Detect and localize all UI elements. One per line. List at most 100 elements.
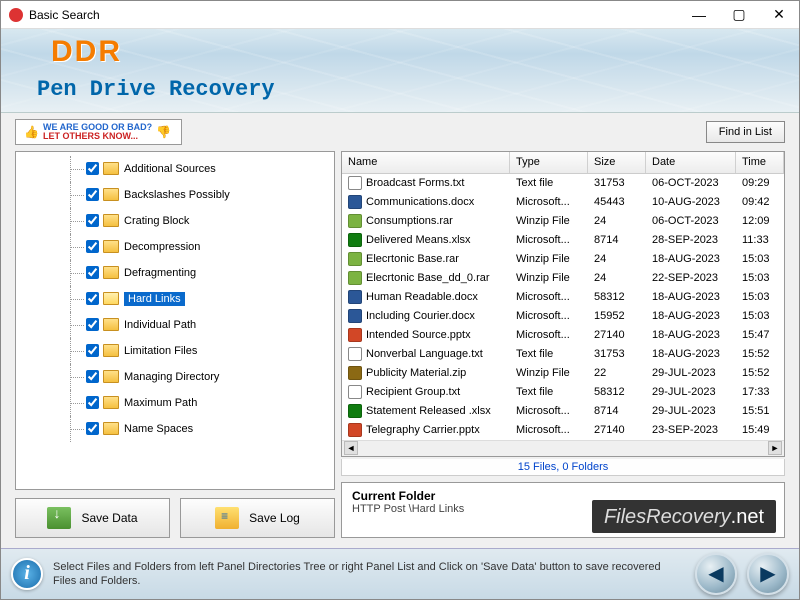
find-in-list-button[interactable]: Find in List: [706, 121, 785, 143]
file-name: Communications.docx: [366, 196, 474, 208]
tagline-box[interactable]: 👍 WE ARE GOOD OR BAD? LET OTHERS KNOW...…: [15, 119, 182, 145]
file-date: 18-AUG-2023: [646, 252, 736, 266]
tree-item[interactable]: Managing Directory: [16, 364, 334, 390]
tree-label: Decompression: [124, 241, 200, 253]
tree-checkbox[interactable]: [86, 214, 99, 227]
file-row[interactable]: Telegraphy Carrier.pptxMicrosoft...27140…: [342, 421, 784, 440]
tree-item[interactable]: Crating Block: [16, 208, 334, 234]
file-row[interactable]: Communications.docxMicrosoft...4544310-A…: [342, 193, 784, 212]
tree-checkbox[interactable]: [86, 318, 99, 331]
file-row[interactable]: Delivered Means.xlsxMicrosoft...871428-S…: [342, 231, 784, 250]
app-icon: [9, 8, 23, 22]
file-size: 24: [588, 271, 646, 285]
file-size: 15952: [588, 309, 646, 323]
tree-label: Crating Block: [124, 215, 189, 227]
file-name: Statement Released .xlsx: [366, 405, 491, 417]
col-type[interactable]: Type: [510, 152, 588, 173]
file-time: 15:03: [736, 252, 784, 266]
tree-label: Defragmenting: [124, 267, 196, 279]
minimize-button[interactable]: —: [679, 1, 719, 29]
file-icon: [348, 290, 362, 304]
list-body[interactable]: Broadcast Forms.txtText file3175306-OCT-…: [342, 174, 784, 440]
file-icon: [348, 195, 362, 209]
tree-item[interactable]: Hard Links: [16, 286, 334, 312]
tree-checkbox[interactable]: [86, 292, 99, 305]
file-icon: [348, 214, 362, 228]
info-icon: i: [11, 558, 43, 590]
folder-tree[interactable]: Additional SourcesBackslashes Possibly Cr…: [15, 151, 335, 490]
col-size[interactable]: Size: [588, 152, 646, 173]
file-icon: [348, 252, 362, 266]
tree-checkbox[interactable]: [86, 188, 99, 201]
next-button[interactable]: ▶: [747, 553, 789, 595]
col-date[interactable]: Date: [646, 152, 736, 173]
file-type: Winzip File: [510, 271, 588, 285]
file-row[interactable]: Intended Source.pptxMicrosoft...2714018-…: [342, 326, 784, 345]
tree-checkbox[interactable]: [86, 344, 99, 357]
file-type: Microsoft...: [510, 404, 588, 418]
save-log-label: Save Log: [249, 511, 300, 525]
file-name: Broadcast Forms.txt: [366, 177, 464, 189]
file-type: Winzip File: [510, 252, 588, 266]
file-time: 15:52: [736, 347, 784, 361]
col-time[interactable]: Time: [736, 152, 784, 173]
file-type: Winzip File: [510, 366, 588, 380]
file-date: 22-SEP-2023: [646, 271, 736, 285]
file-row[interactable]: Statement Released .xlsxMicrosoft...8714…: [342, 402, 784, 421]
tree-checkbox[interactable]: [86, 370, 99, 383]
file-row[interactable]: Human Readable.docxMicrosoft...5831218-A…: [342, 288, 784, 307]
action-buttons: Save Data Save Log: [15, 498, 335, 538]
tree-checkbox[interactable]: [86, 422, 99, 435]
file-icon: [348, 423, 362, 437]
tree-item[interactable]: Maximum Path: [16, 390, 334, 416]
back-button[interactable]: ◀: [695, 553, 737, 595]
file-icon: [348, 271, 362, 285]
save-data-button[interactable]: Save Data: [15, 498, 170, 538]
watermark: FilesRecovery.net: [592, 500, 776, 533]
horizontal-scrollbar[interactable]: ◄ ►: [342, 440, 784, 456]
file-date: 18-AUG-2023: [646, 347, 736, 361]
scroll-right-icon[interactable]: ►: [768, 441, 782, 455]
file-row[interactable]: Nonverbal Language.txtText file3175318-A…: [342, 345, 784, 364]
tree-item[interactable]: Individual Path: [16, 312, 334, 338]
file-row[interactable]: Consumptions.rarWinzip File2406-OCT-2023…: [342, 212, 784, 231]
tree-item[interactable]: Decompression: [16, 234, 334, 260]
tree-item[interactable]: Limitation Files: [16, 338, 334, 364]
tree-checkbox[interactable]: [86, 162, 99, 175]
footer-hint: Select Files and Folders from left Panel…: [53, 560, 685, 589]
close-button[interactable]: ✕: [759, 1, 799, 29]
col-name[interactable]: Name: [342, 152, 510, 173]
file-time: 11:33: [736, 233, 784, 247]
file-type: Microsoft...: [510, 309, 588, 323]
watermark-brand: FilesRecovery: [604, 506, 731, 528]
folder-icon: [103, 240, 119, 253]
file-size: 31753: [588, 347, 646, 361]
file-time: 09:29: [736, 176, 784, 190]
save-log-button[interactable]: Save Log: [180, 498, 335, 538]
tree-checkbox[interactable]: [86, 266, 99, 279]
file-type: Microsoft...: [510, 233, 588, 247]
file-size: 45443: [588, 195, 646, 209]
file-icon: [348, 309, 362, 323]
scroll-left-icon[interactable]: ◄: [344, 441, 358, 455]
file-row[interactable]: Including Courier.docxMicrosoft...159521…: [342, 307, 784, 326]
tree-checkbox[interactable]: [86, 240, 99, 253]
current-folder-box: Current Folder HTTP Post \Hard Links Fil…: [341, 482, 785, 538]
tree-checkbox[interactable]: [86, 396, 99, 409]
maximize-button[interactable]: ▢: [719, 1, 759, 29]
tree-item[interactable]: Additional Sources: [16, 156, 334, 182]
file-row[interactable]: Broadcast Forms.txtText file3175306-OCT-…: [342, 174, 784, 193]
file-name: Elecrtonic Base.rar: [366, 253, 459, 265]
tree-item[interactable]: Backslashes Possibly: [16, 182, 334, 208]
file-type: Microsoft...: [510, 423, 588, 437]
file-row[interactable]: Elecrtonic Base.rarWinzip File2418-AUG-2…: [342, 250, 784, 269]
file-row[interactable]: Elecrtonic Base_dd_0.rarWinzip File2422-…: [342, 269, 784, 288]
file-row[interactable]: Publicity Material.zipWinzip File2229-JU…: [342, 364, 784, 383]
arrow-right-icon: ▶: [760, 561, 775, 586]
tree-item[interactable]: Name Spaces: [16, 416, 334, 442]
tree-item[interactable]: Defragmenting: [16, 260, 334, 286]
file-count-status: 15 Files, 0 Folders: [341, 459, 785, 476]
file-icon: [348, 328, 362, 342]
window-title: Basic Search: [29, 8, 679, 22]
file-row[interactable]: Recipient Group.txtText file5831229-JUL-…: [342, 383, 784, 402]
